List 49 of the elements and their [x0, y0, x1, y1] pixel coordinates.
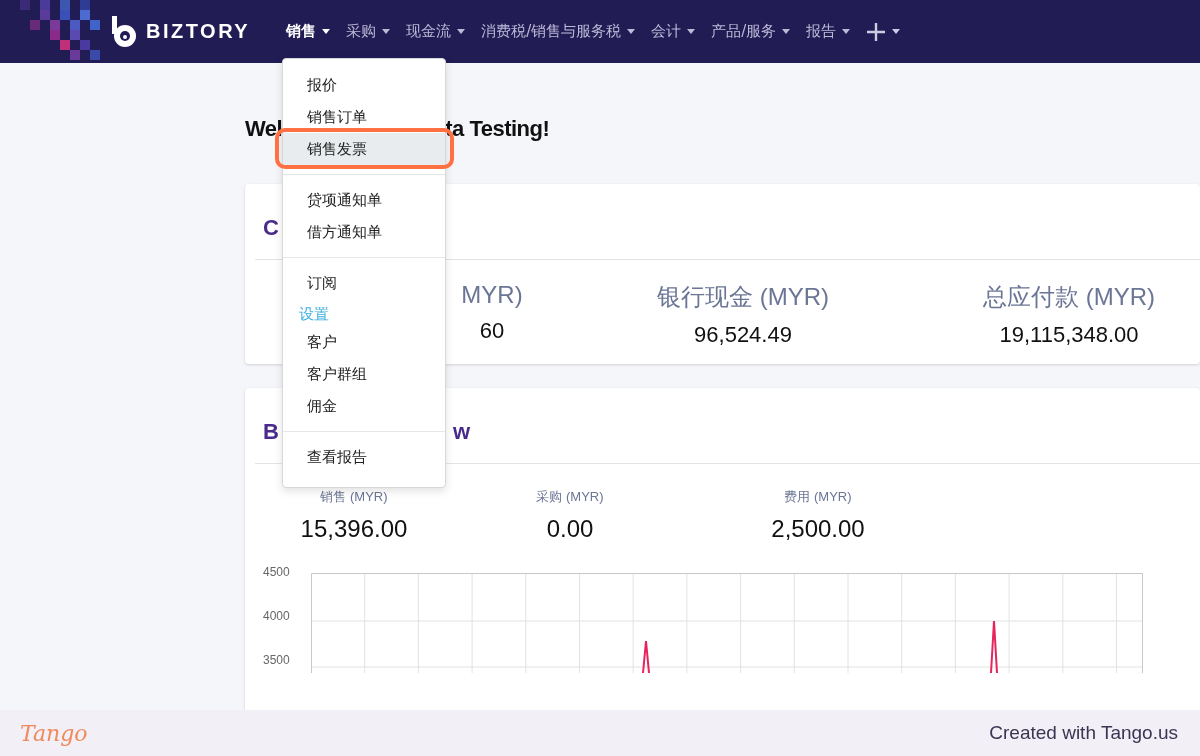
caret-icon — [627, 29, 636, 34]
card-title: w — [452, 419, 470, 446]
stat-label: MYR) — [460, 281, 524, 309]
stat-label: 销售 (MYR) — [319, 488, 389, 506]
dropdown-item[interactable]: 客户群组 — [283, 358, 445, 390]
nav-menu-item[interactable]: 现金流 — [398, 18, 474, 45]
stat-label: 总应付款 (MYR) — [982, 282, 1156, 312]
stat-value: 19,115,348.00 — [998, 322, 1140, 349]
card-title: C — [263, 215, 279, 242]
stat-value: 60 — [478, 318, 506, 345]
caret-icon — [687, 29, 696, 34]
caret-icon — [457, 29, 466, 34]
tango-logo: Tango — [20, 720, 88, 746]
caret-icon — [782, 29, 791, 34]
axis-label: 4000 — [263, 609, 291, 623]
caret-icon — [322, 29, 331, 34]
dropdown-item[interactable]: 销售发票 — [283, 133, 445, 165]
welcome-heading: Wel — [245, 116, 283, 143]
nav-menu-item[interactable]: 销售 — [278, 18, 339, 45]
nav-menu-item[interactable]: 产品/服务 — [703, 18, 799, 45]
axis-label: 3500 — [263, 653, 291, 667]
dropdown-item[interactable]: 销售订单 — [283, 101, 445, 133]
plus-icon — [866, 21, 887, 42]
menu-section-header: 设置 — [298, 304, 330, 325]
stat-label: 采购 (MYR) — [535, 488, 605, 506]
dropdown-item[interactable]: 订阅 — [283, 267, 445, 299]
dropdown-item[interactable]: 查看报告 — [283, 441, 445, 473]
dropdown-item[interactable]: 贷项通知单 — [283, 184, 445, 216]
credit-text: Created with Tango.us — [989, 722, 1178, 744]
stat-value: 96,524.49 — [693, 322, 793, 349]
stat-value: 0.00 — [545, 515, 595, 543]
nav-menu-item[interactable]: 报告 — [798, 18, 859, 45]
card-title: B — [263, 419, 279, 446]
stat-label: 费用 (MYR) — [783, 488, 853, 506]
nav-menu-item[interactable]: 采购 — [338, 18, 399, 45]
dropdown-item[interactable]: 客户 — [283, 326, 445, 358]
stat-label: 银行现金 (MYR) — [656, 282, 830, 312]
caret-icon — [382, 29, 391, 34]
dropdown-item[interactable]: 佣金 — [283, 390, 445, 422]
dropdown-item[interactable]: 借方通知单 — [283, 216, 445, 248]
nav-menu-item[interactable]: 会计 — [643, 18, 704, 45]
nav-menu-item[interactable]: 消费税/销售与服务税 — [473, 18, 644, 45]
dropdown-item[interactable]: 报价 — [283, 69, 445, 101]
caret-icon — [842, 29, 851, 34]
stat-value: 15,396.00 — [299, 515, 409, 543]
caret-icon — [892, 29, 901, 34]
stat-value: 2,500.00 — [770, 515, 866, 543]
brand-name: BIZTORY — [146, 20, 251, 43]
axis-label: 4500 — [263, 565, 291, 579]
